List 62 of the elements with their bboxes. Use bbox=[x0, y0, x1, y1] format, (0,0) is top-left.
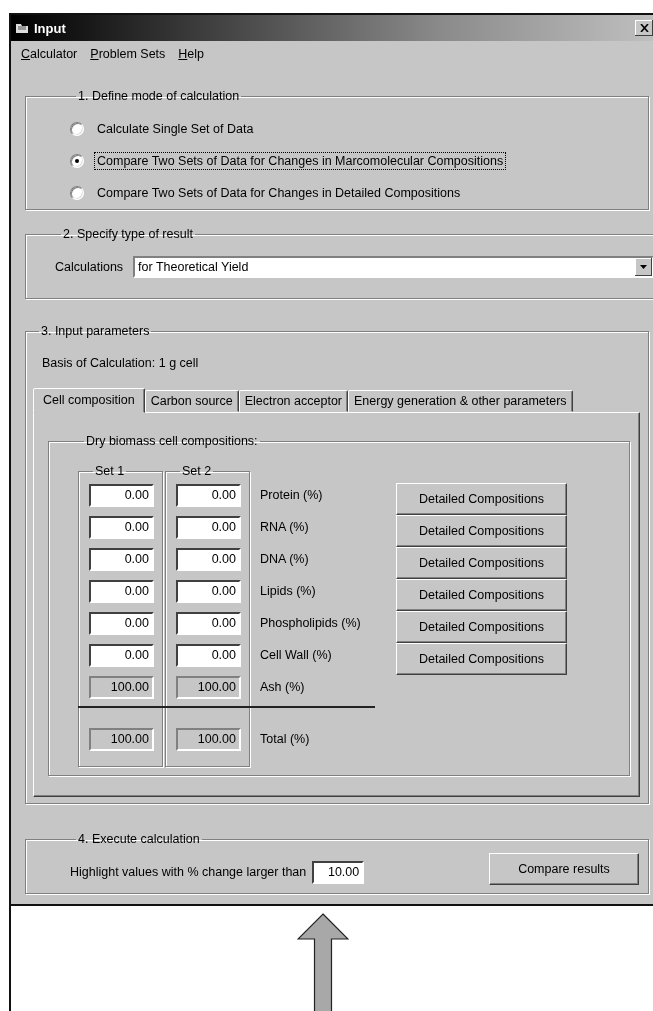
radio-button[interactable] bbox=[70, 186, 84, 200]
row-label: Ash (%) bbox=[260, 679, 305, 694]
number-field: 100.00 bbox=[176, 676, 241, 699]
number-field[interactable]: 0.00 bbox=[176, 644, 241, 667]
compare-results-button[interactable]: Compare results bbox=[489, 853, 639, 885]
radio-label[interactable]: Calculate Single Set of Data bbox=[94, 120, 257, 138]
number-field: 100.00 bbox=[89, 728, 154, 751]
radio-label[interactable]: Compare Two Sets of Data for Changes in Marcomolecular Compositions bbox=[94, 152, 507, 170]
set-title: Set 2 bbox=[181, 464, 213, 479]
tab[interactable]: Cell composition bbox=[33, 388, 145, 413]
detailed-compositions-button[interactable]: Detailed Compositions bbox=[396, 483, 567, 515]
row-label: Cell Wall (%) bbox=[260, 647, 332, 662]
row-label: Lipids (%) bbox=[260, 583, 316, 598]
number-field[interactable]: 0.00 bbox=[89, 516, 154, 539]
threshold-field[interactable]: 10.00 bbox=[312, 860, 365, 884]
row-label: RNA (%) bbox=[260, 519, 309, 534]
caret-icon bbox=[640, 265, 648, 269]
number-field[interactable]: 0.00 bbox=[176, 548, 241, 571]
radio-button[interactable] bbox=[70, 122, 84, 136]
window-title: Input bbox=[34, 20, 67, 36]
group-title: Dry biomass cell compositions: bbox=[85, 434, 259, 449]
number-field[interactable]: 0.00 bbox=[176, 612, 241, 635]
field-label: Highlight values with % change larger than bbox=[70, 865, 307, 879]
row-label: Protein (%) bbox=[260, 487, 323, 502]
number-field[interactable]: 0.00 bbox=[89, 612, 154, 635]
window-icon bbox=[15, 22, 29, 34]
number-field[interactable]: 0.00 bbox=[89, 548, 154, 571]
row-label: DNA (%) bbox=[260, 551, 309, 566]
tab[interactable]: Electron acceptor bbox=[238, 390, 348, 412]
menu-item[interactable]: Calculator bbox=[21, 45, 78, 65]
number-field[interactable]: 0.00 bbox=[89, 644, 154, 667]
number-field: 100.00 bbox=[176, 728, 241, 751]
set-title: Set 1 bbox=[94, 464, 126, 479]
dropdown[interactable]: for Theoretical Yield bbox=[133, 256, 653, 278]
number-field[interactable]: 0.00 bbox=[176, 580, 241, 603]
radio-label[interactable]: Compare Two Sets of Data for Changes in Detailed Compositions bbox=[94, 184, 464, 202]
close-icon bbox=[639, 24, 649, 32]
detailed-compositions-button[interactable]: Detailed Compositions bbox=[396, 515, 567, 547]
field-label: Calculations bbox=[55, 260, 124, 274]
close-button[interactable] bbox=[635, 20, 653, 36]
number-field: 100.00 bbox=[89, 676, 154, 699]
detailed-compositions-button[interactable]: Detailed Compositions bbox=[396, 643, 567, 675]
detailed-compositions-button[interactable]: Detailed Compositions bbox=[396, 579, 567, 611]
group-title: 4. Execute calculation bbox=[77, 832, 201, 847]
tab[interactable]: Carbon source bbox=[144, 390, 239, 412]
row-label: Total (%) bbox=[260, 731, 310, 746]
number-field[interactable]: 0.00 bbox=[89, 580, 154, 603]
menu-item[interactable]: Help bbox=[178, 45, 205, 65]
row-label: Phospholipids (%) bbox=[260, 615, 361, 630]
detailed-compositions-button[interactable]: Detailed Compositions bbox=[396, 547, 567, 579]
number-field[interactable]: 0.00 bbox=[89, 484, 154, 507]
group-title: 2. Specify type of result bbox=[62, 227, 194, 242]
detailed-compositions-button[interactable]: Detailed Compositions bbox=[396, 611, 567, 643]
number-field[interactable]: 0.00 bbox=[176, 484, 241, 507]
dropdown-button[interactable] bbox=[635, 258, 653, 276]
radio-button[interactable] bbox=[70, 154, 84, 168]
tab[interactable]: Energy generation & other parameters bbox=[348, 390, 573, 412]
group-title: 3. Input parameters bbox=[40, 324, 151, 339]
menu-item[interactable]: Problem Sets bbox=[90, 45, 166, 65]
group-title: 1. Define mode of calculation bbox=[77, 89, 241, 104]
basis-text: Basis of Calculation: 1 g cell bbox=[42, 356, 200, 371]
number-field[interactable]: 0.00 bbox=[176, 516, 241, 539]
